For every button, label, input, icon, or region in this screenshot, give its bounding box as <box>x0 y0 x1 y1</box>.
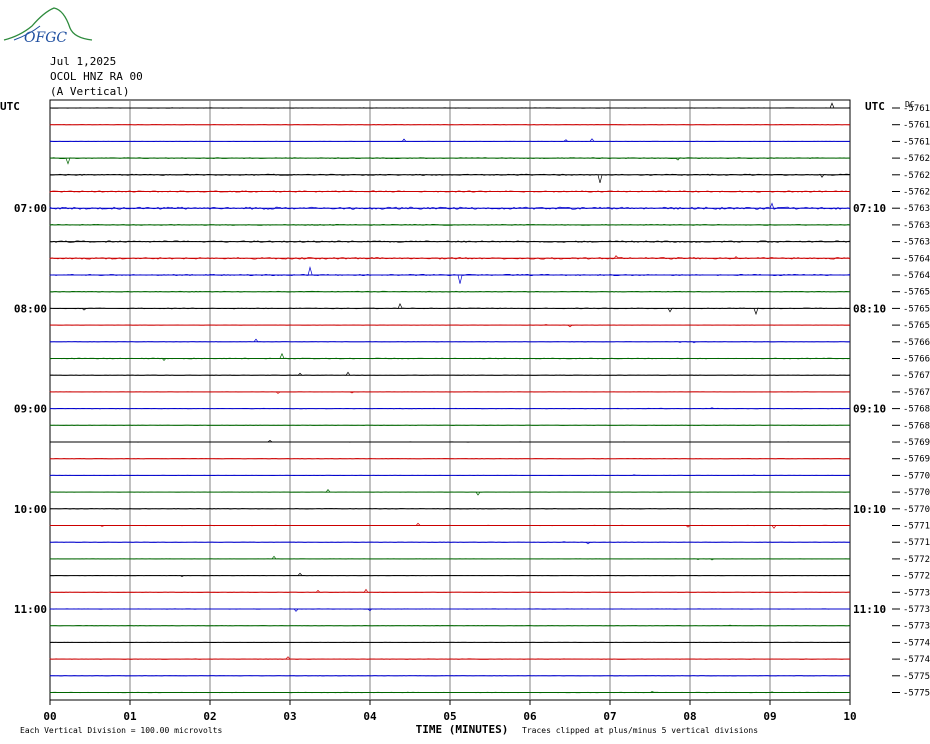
dc-offset-label: -57717 <box>903 538 930 548</box>
dc-offset-label: -57671 <box>903 371 930 381</box>
x-tick-label: 04 <box>363 710 377 723</box>
dc-offset-label: -57753 <box>903 672 930 682</box>
dc-offset-label: -57707 <box>903 488 930 498</box>
dc-offset-label: -57701 <box>903 471 930 481</box>
right-time-label: 09:10 <box>853 403 886 416</box>
left-time-label: 07:00 <box>14 202 47 215</box>
dc-offset-label: -57715 <box>903 522 930 532</box>
utc-right-label: UTC <box>865 100 885 113</box>
x-tick-label: 09 <box>763 710 776 723</box>
dc-offset-label: -57659 <box>903 321 930 331</box>
dc-offset-label: -57623 <box>903 154 930 164</box>
dc-offset-label: -57657 <box>903 304 930 314</box>
dc-offset-label: -57647 <box>903 271 930 281</box>
date-label: Jul 1,2025 <box>50 55 117 68</box>
dc-offset-label: -57626 <box>903 171 930 181</box>
left-time-label: 09:00 <box>14 403 47 416</box>
left-time-label: 08:00 <box>14 302 47 315</box>
right-time-label: 08:10 <box>853 302 886 315</box>
x-tick-label: 05 <box>443 710 456 723</box>
utc-left-label: UTC <box>0 100 20 113</box>
dc-offset-label: -57687 <box>903 421 930 431</box>
x-tick-label: 01 <box>123 710 137 723</box>
vertical-division-note: Each Vertical Division = 100.00 microvol… <box>20 726 222 735</box>
dc-offset-label: -57663 <box>903 338 930 348</box>
dc-offset-label: -57692 <box>903 438 930 448</box>
station-label: OCOL HNZ RA 00 <box>50 70 143 83</box>
dc-offset-label: -57696 <box>903 455 930 465</box>
dc-offset-label: -57758 <box>903 689 930 699</box>
x-tick-label: 06 <box>523 710 537 723</box>
dc-offset-label: -57677 <box>903 388 930 398</box>
dc-offset-label: -57749 <box>903 655 930 665</box>
left-time-label: 11:00 <box>14 603 47 616</box>
x-axis-title: TIME (MINUTES) <box>416 723 509 736</box>
ofgc-logo: OFGC <box>3 7 93 46</box>
right-time-label: 11:10 <box>853 603 886 616</box>
dc-offset-label: -57629 <box>903 188 930 198</box>
x-tick-label: 02 <box>203 710 216 723</box>
dc-offset-label: -57616 <box>903 121 930 131</box>
dc-offset-label: -57631 <box>903 204 930 214</box>
x-tick-label: 07 <box>603 710 616 723</box>
component-label: (A Vertical) <box>50 85 130 98</box>
x-tick-label: 08 <box>683 710 696 723</box>
logo-text: OFGC <box>24 30 67 46</box>
x-tick-label: 03 <box>283 710 296 723</box>
dc-offset-label: -57619 <box>903 137 930 147</box>
x-tick-label: 10 <box>843 710 856 723</box>
helicorder-plot: OFGC 0001020304050607080910-57613-57616-… <box>0 7 930 736</box>
axis-labels: 0001020304050607080910-57613-57616-57619… <box>0 100 930 736</box>
x-tick-label: 00 <box>43 710 56 723</box>
dc-offset-label: -57723 <box>903 572 930 582</box>
dc-offset-label: -57666 <box>903 355 930 365</box>
dc-offset-label: -57645 <box>903 254 930 264</box>
right-time-label: 10:10 <box>853 503 886 516</box>
dc-offset-label: -57634 <box>903 221 930 231</box>
dc-offset-label: -57635 <box>903 238 930 248</box>
dc-offset-label: -57739 <box>903 622 930 632</box>
right-time-label: 07:10 <box>853 202 886 215</box>
dc-offset-label: -57682 <box>903 405 930 415</box>
left-time-label: 10:00 <box>14 503 47 516</box>
dc-offset-label: -57734 <box>903 605 930 615</box>
dc-offset-label: -57744 <box>903 638 930 648</box>
dc-offset-label: -57709 <box>903 505 930 515</box>
clipping-note: Traces clipped at plus/minus 5 vertical … <box>522 726 758 735</box>
dc-offset-label: -57730 <box>903 588 930 598</box>
dc-offset-label: -57721 <box>903 555 930 565</box>
dc-header-label: DC <box>905 100 915 109</box>
dc-offset-label: -57650 <box>903 288 930 298</box>
